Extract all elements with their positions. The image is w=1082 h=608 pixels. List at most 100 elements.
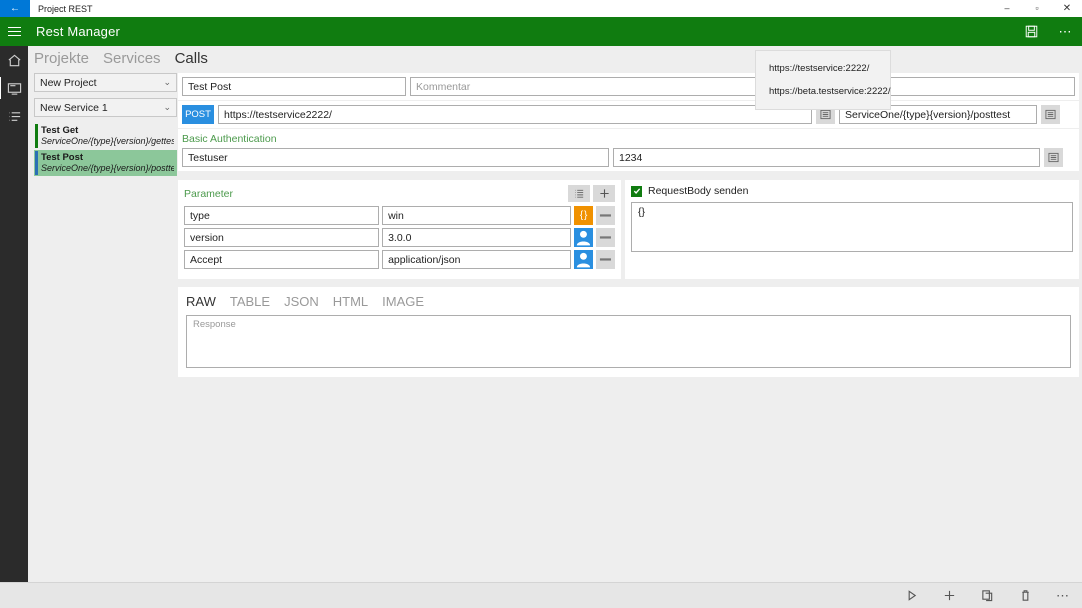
username-input[interactable]: Testuser <box>182 148 609 167</box>
user-icon[interactable] <box>574 228 594 247</box>
plus-icon <box>944 590 954 601</box>
chevron-down-icon: ⌄ <box>163 102 171 112</box>
call-name-input[interactable]: Test Post <box>182 77 406 96</box>
window-title: Project REST <box>38 3 93 14</box>
response-card: RAW TABLE JSON HTML IMAGE Response <box>178 287 1079 377</box>
parameters-card: Parameter type win {} version 3.0.0 Acc… <box>178 180 621 279</box>
copy-button[interactable] <box>968 583 1006 608</box>
sidebar-column: New Project ⌄ New Service 1 ⌄ Test Get S… <box>34 73 177 177</box>
more-button[interactable]: ⋯ <box>1044 583 1082 608</box>
request-row: POST https://testservice2222/ ServiceOne… <box>178 101 1079 128</box>
delete-button[interactable] <box>1006 583 1044 608</box>
maximize-button[interactable]: ▫ <box>1022 0 1052 17</box>
run-button[interactable] <box>892 583 930 608</box>
app-window: ← Project REST – ▫ ✕ Rest Manager ⋯ Proj… <box>0 0 1082 608</box>
parameter-value-input[interactable]: 3.0.0 <box>382 228 572 247</box>
project-select[interactable]: New Project ⌄ <box>34 73 177 92</box>
add-parameter-button[interactable] <box>593 185 615 202</box>
table-row: version 3.0.0 <box>184 228 615 247</box>
call-comment-input[interactable]: Kommentar <box>410 77 1075 96</box>
remove-parameter-button[interactable] <box>596 228 615 247</box>
password-input[interactable]: 1234 <box>613 148 1040 167</box>
app-bar-actions: ⋯ <box>1014 17 1082 46</box>
remove-parameter-button[interactable] <box>596 250 615 269</box>
basic-auth-label: Basic Authentication <box>182 133 277 145</box>
left-rail <box>0 46 28 582</box>
table-row: type win { } <box>184 206 615 225</box>
hamburger-icon[interactable] <box>0 17 28 46</box>
suggestion-item[interactable]: https://testservice:2222/ <box>756 57 890 80</box>
minimize-button[interactable]: – <box>992 0 1022 17</box>
rail-item-home[interactable] <box>0 46 28 74</box>
call-name: Test Post <box>41 152 84 163</box>
user-icon[interactable] <box>574 250 594 269</box>
url-input[interactable]: https://testservice2222/ <box>218 105 812 124</box>
parameters-list-icon[interactable] <box>568 185 590 202</box>
content-area: Projekte Services Calls New Project ⌄ Ne… <box>28 46 1082 582</box>
tab-projekte[interactable]: Projekte <box>34 50 89 67</box>
service-select[interactable]: New Service 1 ⌄ <box>34 98 177 117</box>
tab-services[interactable]: Services <box>103 50 161 67</box>
call-name: Test Get <box>41 125 79 136</box>
response-tabs: RAW TABLE JSON HTML IMAGE <box>186 294 1071 309</box>
braces-icon[interactable]: { } <box>574 206 594 225</box>
rail-item-monitor[interactable] <box>0 74 28 102</box>
path-menu-icon[interactable] <box>1041 105 1060 124</box>
call-path: ServiceOne/{type}{version}/gettest <box>41 136 174 146</box>
close-button[interactable]: ✕ <box>1052 0 1082 17</box>
parameters-header: Parameter <box>184 185 615 202</box>
basic-auth-row: Testuser 1234 <box>182 148 1075 167</box>
trash-icon <box>1021 590 1029 601</box>
basic-auth-section: Basic Authentication Testuser 1234 <box>178 129 1079 171</box>
call-path: ServiceOne/{type}{version}/posttes <box>41 163 174 173</box>
parameters-and-body: Parameter type win {} version 3.0.0 Acc… <box>178 180 1079 279</box>
monitor-icon <box>7 82 21 95</box>
rail-item-settings[interactable] <box>0 102 28 130</box>
auth-menu-icon[interactable] <box>1044 148 1063 167</box>
tab-json[interactable]: JSON <box>284 294 319 309</box>
parameter-value-input[interactable]: application/json <box>382 250 572 269</box>
chevron-down-icon: ⌄ <box>163 77 171 87</box>
url-suggestions-popup: https://testservice:2222/ https://beta.t… <box>755 50 891 110</box>
request-body-checkbox-label: RequestBody senden <box>648 185 749 197</box>
add-button[interactable] <box>930 583 968 608</box>
table-row: Accept application/json <box>184 250 615 269</box>
bottom-toolbar: ⋯ <box>0 582 1082 608</box>
nav-tabs: Projekte Services Calls <box>34 50 208 67</box>
suggestion-item[interactable]: https://beta.testservice:2222/ <box>756 80 890 103</box>
request-body-card: RequestBody senden {} <box>625 180 1079 279</box>
tab-table[interactable]: TABLE <box>230 294 270 309</box>
checkmark-icon <box>631 185 642 197</box>
call-list: Test Get ServiceOne/{type}{version}/gett… <box>34 123 177 176</box>
service-select-value: New Service 1 <box>40 101 108 114</box>
more-icon[interactable]: ⋯ <box>1048 17 1082 46</box>
list-item[interactable]: Test Post ServiceOne/{type}{version}/pos… <box>34 150 177 176</box>
home-icon <box>8 54 20 66</box>
parameters-label: Parameter <box>184 187 234 200</box>
project-select-value: New Project <box>40 76 97 89</box>
method-badge[interactable]: POST <box>182 105 214 124</box>
request-body-textarea[interactable]: {} <box>631 202 1073 252</box>
tab-calls[interactable]: Calls <box>175 50 208 67</box>
app-title: Rest Manager <box>36 24 121 39</box>
tab-html[interactable]: HTML <box>333 294 368 309</box>
tab-raw[interactable]: RAW <box>186 294 216 309</box>
parameter-key-input[interactable]: type <box>184 206 380 225</box>
copy-icon <box>981 590 992 602</box>
parameter-key-input[interactable]: Accept <box>184 250 380 269</box>
main-panel: Test Post Kommentar POST https://testser… <box>178 73 1079 578</box>
play-icon <box>908 590 916 601</box>
parameter-value-input[interactable]: win <box>382 206 572 225</box>
call-header-row: Test Post Kommentar <box>178 73 1079 100</box>
back-arrow-icon[interactable]: ← <box>0 0 30 17</box>
parameters-actions <box>568 185 615 202</box>
request-body-checkbox[interactable]: RequestBody senden <box>631 185 1073 197</box>
save-icon[interactable] <box>1014 17 1048 46</box>
tab-image[interactable]: IMAGE <box>382 294 424 309</box>
parameter-key-input[interactable]: version <box>184 228 380 247</box>
list-item[interactable]: Test Get ServiceOne/{type}{version}/gett… <box>34 123 177 149</box>
response-textarea[interactable]: Response <box>186 315 1071 368</box>
app-bar: Rest Manager ⋯ <box>0 17 1082 46</box>
title-bar: ← Project REST – ▫ ✕ <box>0 0 1082 17</box>
remove-parameter-button[interactable] <box>596 206 615 225</box>
